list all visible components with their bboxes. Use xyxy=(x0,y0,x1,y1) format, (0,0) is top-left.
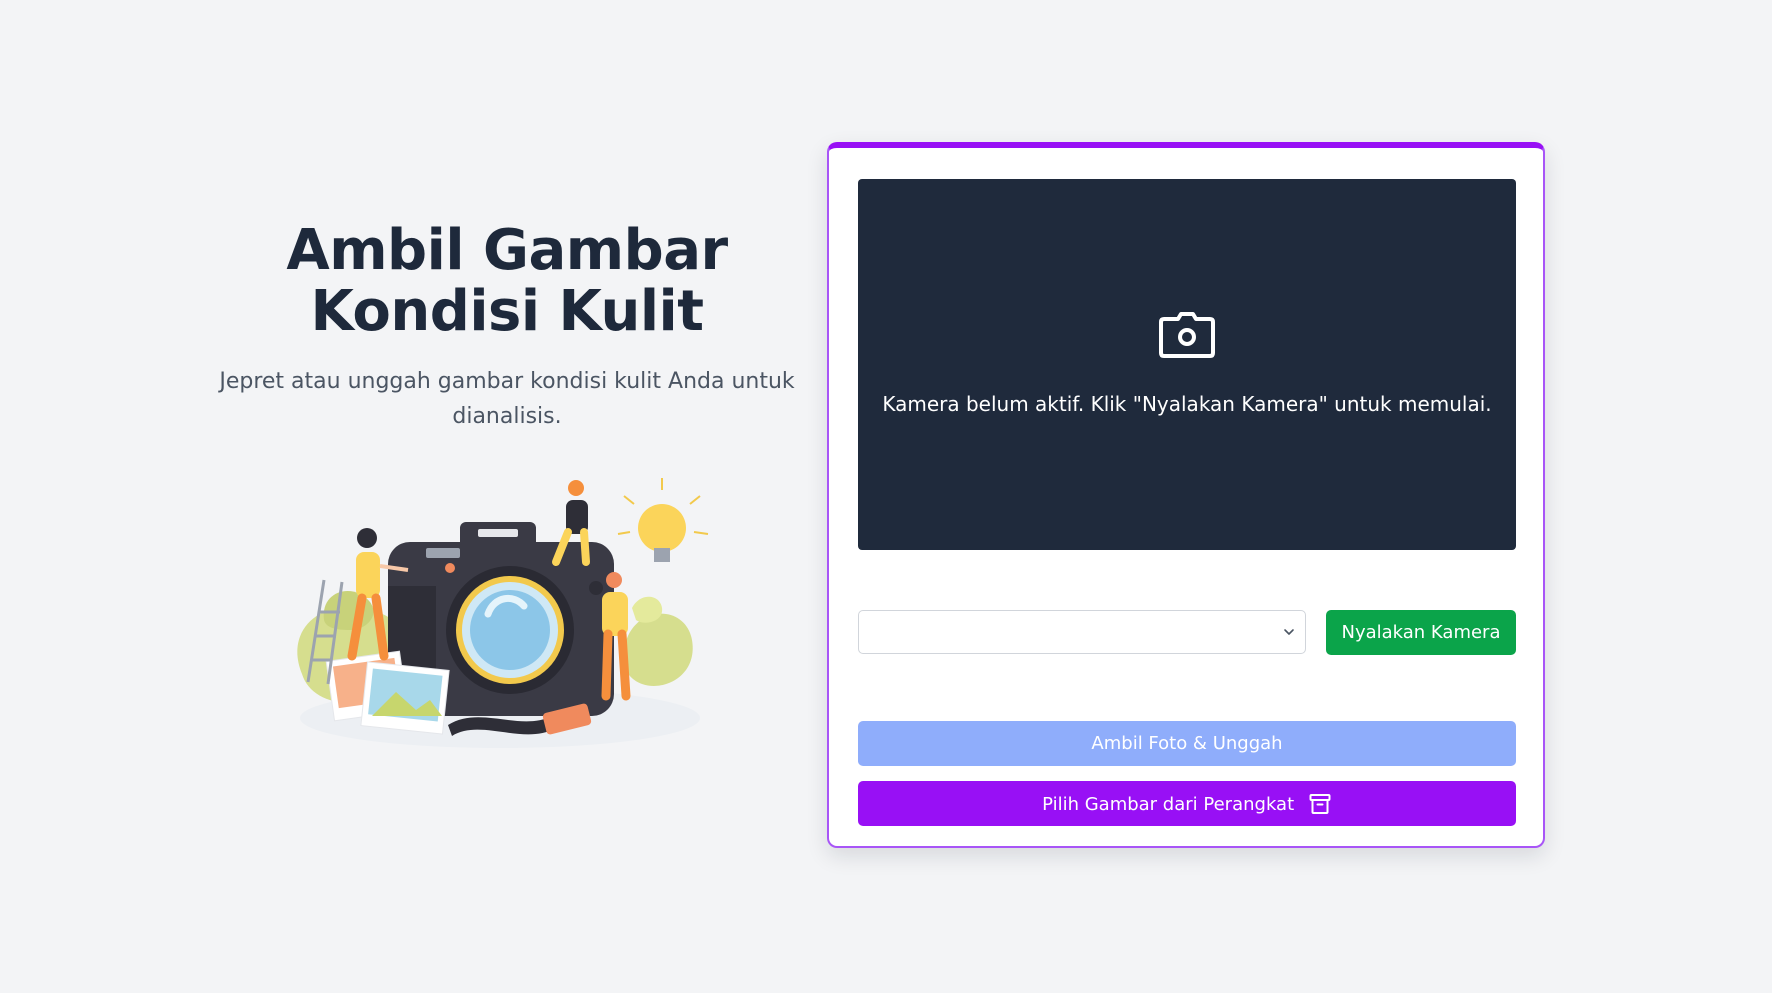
camera-status-message: Kamera belum aktif. Klik "Nyalakan Kamer… xyxy=(882,392,1492,416)
pick-image-button[interactable]: Pilih Gambar dari Perangkat xyxy=(858,781,1516,826)
camera-people-illustration xyxy=(297,478,709,748)
camera-preview: Kamera belum aktif. Klik "Nyalakan Kamer… xyxy=(858,179,1516,550)
camera-icon xyxy=(1159,312,1215,358)
hero-section: Ambil Gambar Kondisi Kulit Jepret atau u… xyxy=(212,220,802,434)
archive-icon xyxy=(1309,794,1331,814)
page-subtitle: Jepret atau unggah gambar kondisi kulit … xyxy=(219,369,795,429)
start-camera-button[interactable]: Nyalakan Kamera xyxy=(1326,610,1516,655)
capture-card: Kamera belum aktif. Klik "Nyalakan Kamer… xyxy=(827,142,1545,848)
camera-device-select[interactable] xyxy=(858,610,1306,654)
page-title-line-1: Ambil Gambar xyxy=(286,218,728,283)
page-title-line-2: Kondisi Kulit xyxy=(310,279,705,344)
pick-image-button-label: Pilih Gambar dari Perangkat xyxy=(1042,793,1295,815)
capture-upload-button[interactable]: Ambil Foto & Unggah xyxy=(858,721,1516,766)
chevron-down-icon xyxy=(1284,629,1294,635)
page-title: Ambil Gambar Kondisi Kulit xyxy=(212,220,802,342)
